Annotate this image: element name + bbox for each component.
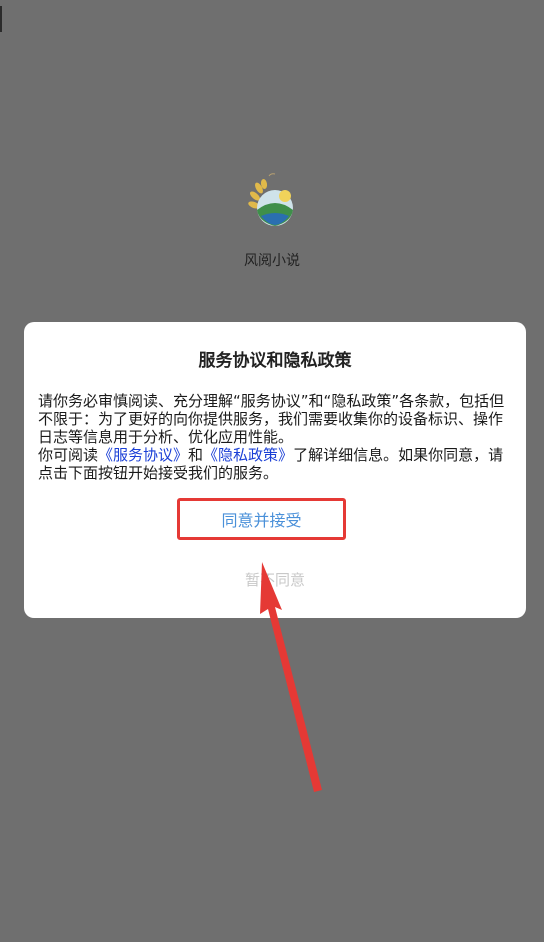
dialog-paragraph-links: 你可阅读《服务协议》和《隐私政策》了解详细信息。如果你同意，请点击下面按钮开始接… [38, 446, 512, 482]
app-name: 风阅小说 [244, 253, 300, 269]
dialog-title: 服务协议和隐私政策 [198, 351, 352, 371]
dialog-paragraph-terms: 请你务必审慎阅读、充分理解“服务协议”和“隐私政策”各条款，包括但不限于：为了更… [38, 392, 505, 446]
status-edge-mark [0, 6, 2, 32]
paragraph-and: 和 [188, 446, 204, 464]
decline-button[interactable]: 暂不同意 [24, 569, 526, 590]
paragraph-prefix: 你可阅读 [38, 446, 99, 464]
dialog-body: 请你务必审慎阅读、充分理解“服务协议”和“隐私政策”各条款，包括但不限于：为了更… [38, 392, 512, 482]
service-agreement-link[interactable]: 《服务协议》 [98, 446, 188, 464]
privacy-dialog: 服务协议和隐私政策 请你务必审慎阅读、充分理解“服务协议”和“隐私政策”各条款，… [24, 322, 526, 618]
privacy-policy-link[interactable]: 《隐私政策》 [203, 446, 293, 464]
agree-accept-button[interactable]: 同意并接受 [177, 498, 346, 540]
agree-accept-label: 同意并接受 [221, 511, 302, 530]
app-logo-icon [248, 173, 293, 226]
